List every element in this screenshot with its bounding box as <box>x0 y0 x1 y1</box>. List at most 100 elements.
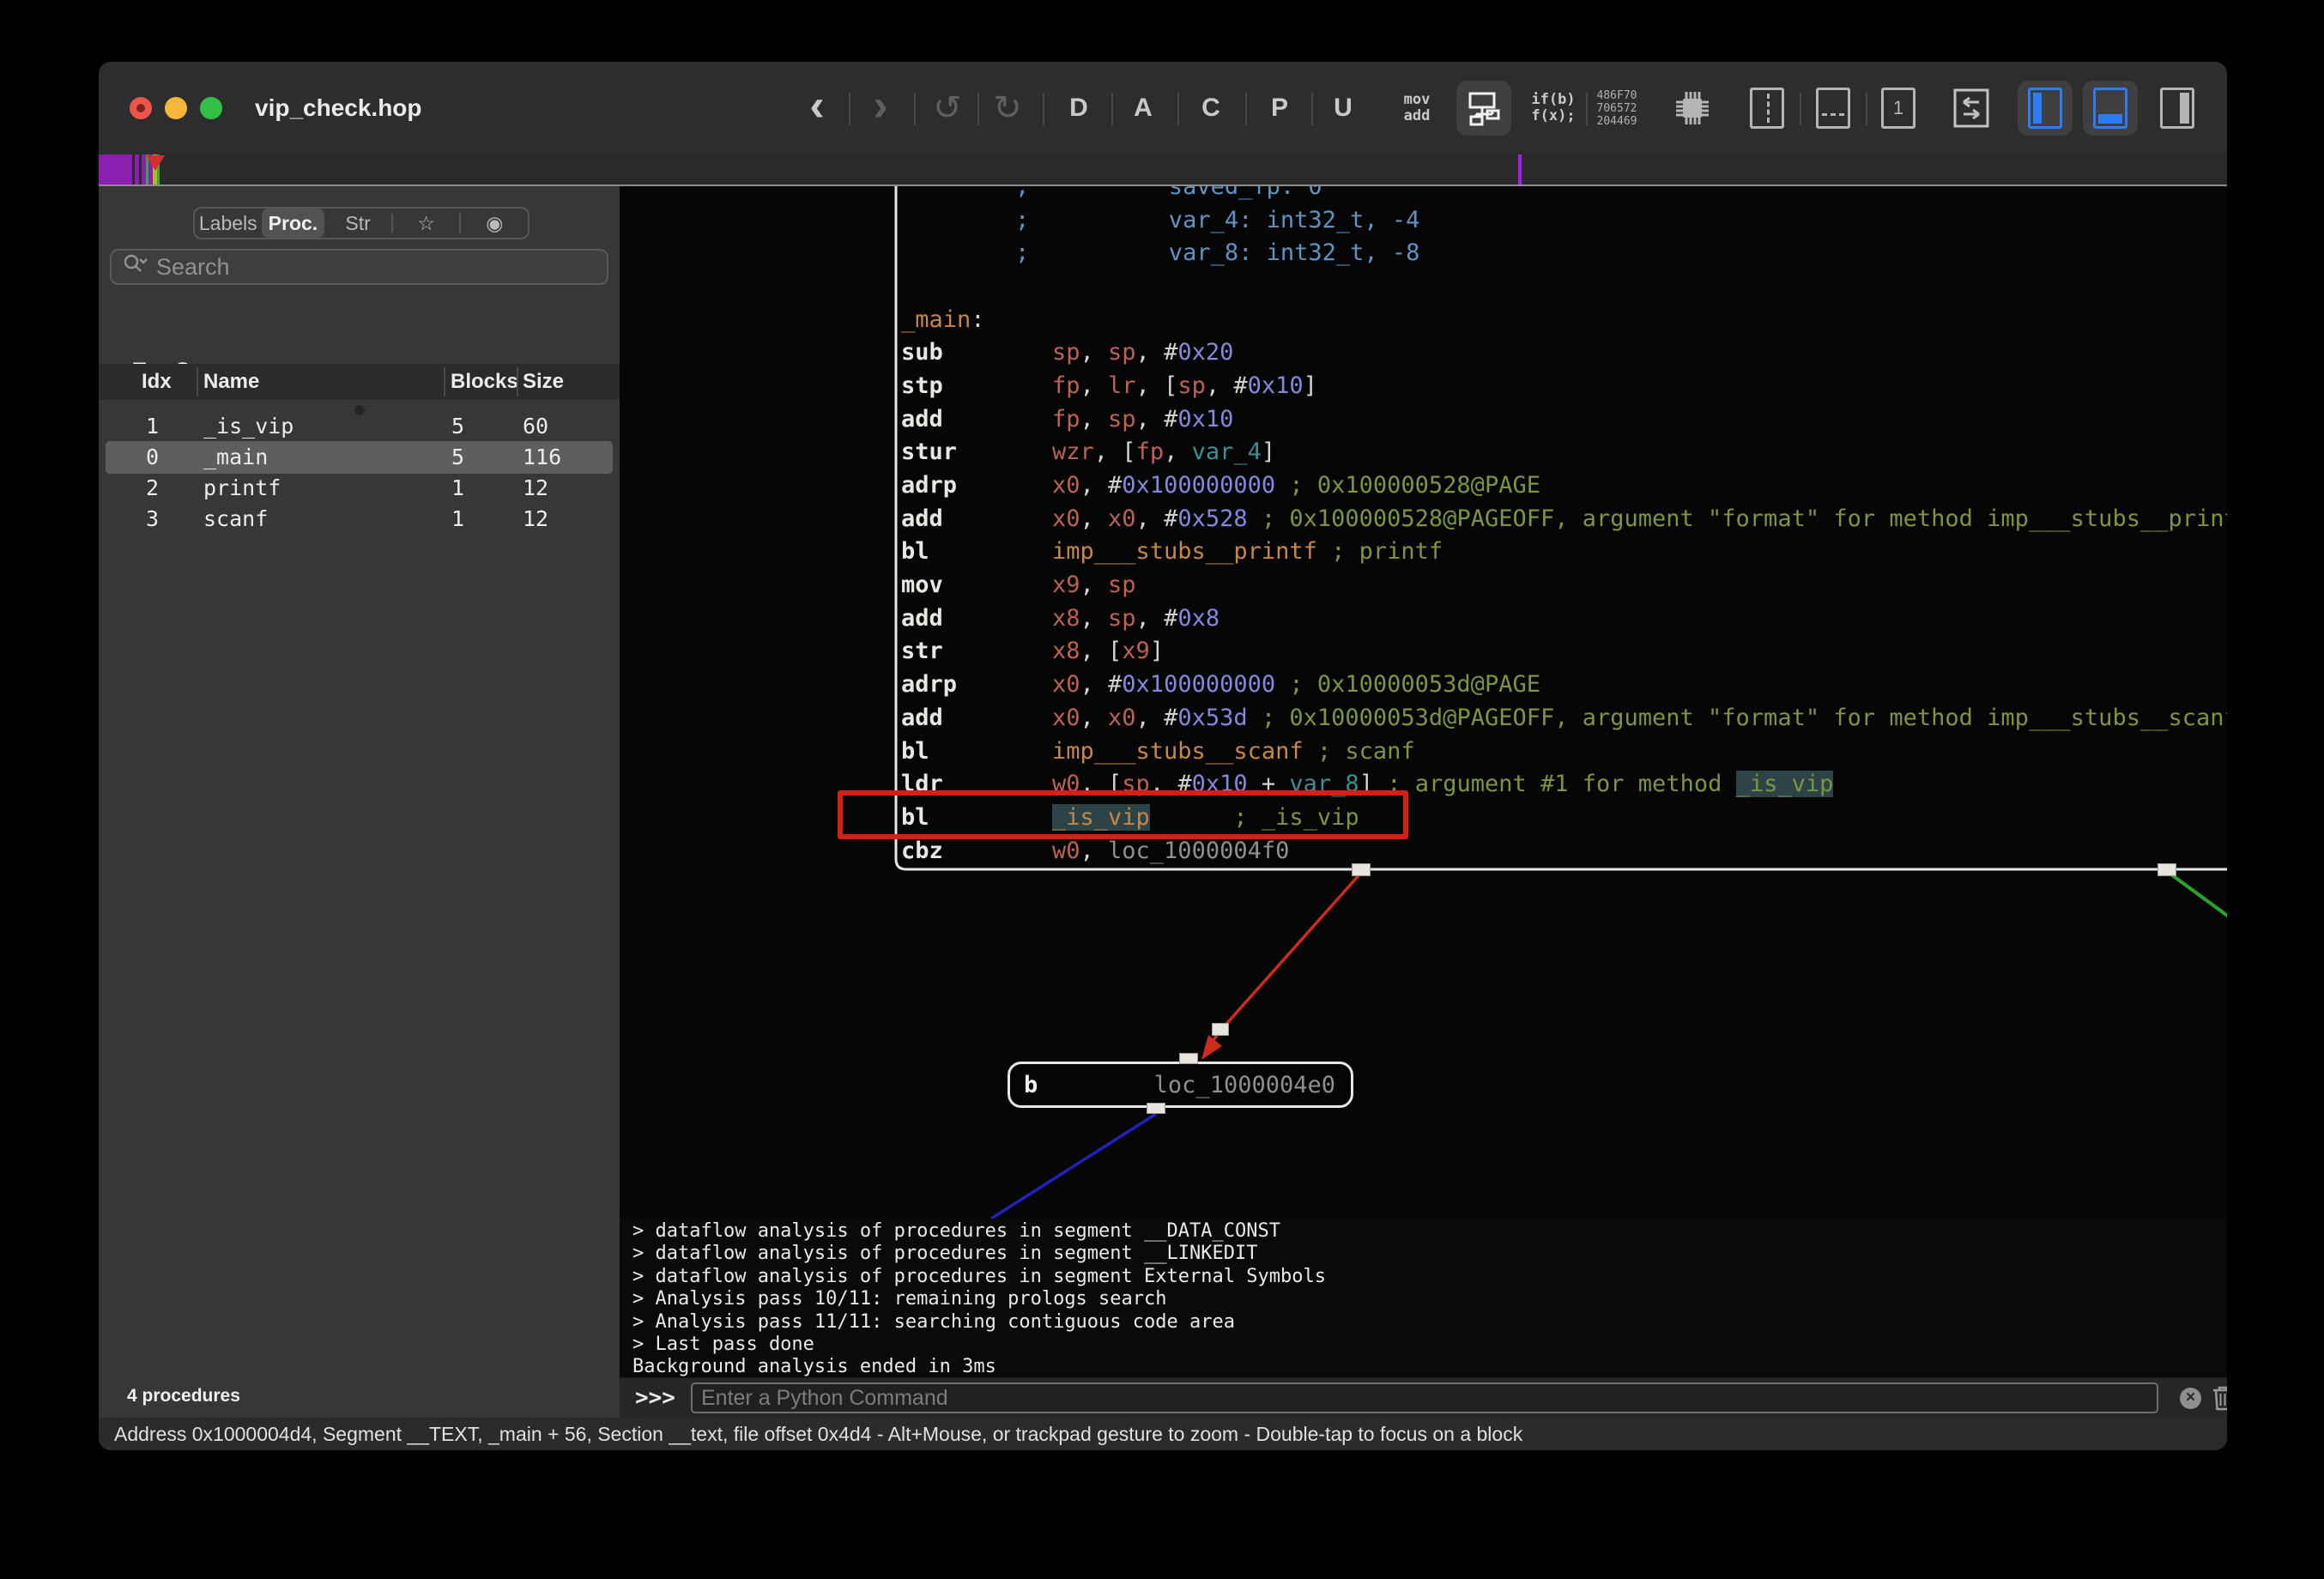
mark-as-procedure-button[interactable]: P <box>1271 62 1288 154</box>
asm-line[interactable]: addfp, sp, #0x10 <box>901 402 2227 436</box>
asm-line[interactable] <box>901 269 2227 303</box>
procedure-table: 1_is_vip5600_main51162printf1123scanf112 <box>99 411 620 535</box>
asm-token: sp <box>1108 339 1136 366</box>
python-prompt-label: >>> <box>635 1385 675 1411</box>
asm-mnemonic: add <box>901 406 1052 433</box>
asm-mnemonic: sub <box>901 339 1052 366</box>
asm-token: # <box>1108 472 1122 499</box>
cpu-chip-icon[interactable] <box>1672 62 1713 154</box>
mark-as-ascii-button[interactable]: A <box>1134 62 1153 154</box>
asm-token: , <box>1136 505 1165 532</box>
asm-line[interactable]: _main: <box>901 303 2227 336</box>
edge-handle[interactable] <box>1352 863 1371 876</box>
single-pane-icon[interactable]: 1 <box>1881 62 1915 154</box>
asm-line[interactable]: adrpx0, #0x100000000 ; 0x10000053d@PAGE <box>901 668 2227 701</box>
search-input[interactable]: Search <box>110 249 608 285</box>
table-row[interactable]: 3scanf112 <box>99 504 620 535</box>
address-navigation-strip[interactable] <box>99 154 2227 186</box>
split-horizontal-icon[interactable] <box>1816 62 1850 154</box>
python-command-input[interactable]: Enter a Python Command <box>691 1382 2158 1413</box>
table-row[interactable]: 1_is_vip560 <box>99 411 620 442</box>
branch-node[interactable]: b loc_1000004e0 <box>1008 1062 1353 1108</box>
left-sidebar: Labels Proc. Str ☆ ◉ Search › Tag Scope <box>99 186 620 1418</box>
column-divider[interactable] <box>444 367 445 396</box>
asm-token: : <box>971 306 984 333</box>
asm-line[interactable]: subsp, sp, #0x20 <box>901 336 2227 369</box>
asm-token: ] <box>1262 439 1275 465</box>
assembly-listing[interactable]: ; saved_fp: 0; var_4: int32_t, -4; var_8… <box>901 186 2227 867</box>
column-header-blocks[interactable]: Blocks <box>451 370 518 394</box>
asm-token: # <box>1233 372 1247 399</box>
asm-token: x8 <box>1052 638 1080 664</box>
asm-line[interactable]: addx0, x0, #0x53d ; 0x10000053d@PAGEOFF,… <box>901 701 2227 735</box>
mark-as-data-button[interactable]: D <box>1069 62 1088 154</box>
asm-line[interactable]: strx8, [x9] <box>901 635 2227 669</box>
zoom-button[interactable] <box>200 97 222 119</box>
edge-handle[interactable] <box>2158 863 2176 876</box>
swap-panes-icon[interactable] <box>1952 62 1991 154</box>
status-bar: Address 0x1000004d4, Segment __TEXT, _ma… <box>99 1418 2227 1450</box>
back-button[interactable]: ‹ <box>809 62 824 154</box>
table-row[interactable]: 2printf112 <box>99 473 620 504</box>
clear-console-icon[interactable]: × <box>2180 1388 2201 1409</box>
asm-token: 0x53d <box>1177 705 1247 731</box>
mark-as-code-button[interactable]: C <box>1201 62 1220 154</box>
tab-tags-icon[interactable]: ◉ <box>461 209 528 238</box>
column-header-name[interactable]: Name <box>203 370 259 394</box>
trash-icon[interactable] <box>2211 1384 2227 1416</box>
asm-token: x8 <box>1052 605 1080 632</box>
asm-line[interactable]: addx0, x0, #0x528 ; 0x100000528@PAGEOFF,… <box>901 502 2227 535</box>
tab-strings[interactable]: Str <box>324 209 391 238</box>
asm-line[interactable]: stpfp, lr, [sp, #0x10] <box>901 369 2227 402</box>
asm-token: _is_vip <box>1736 771 1834 797</box>
console-line: > Last pass done <box>632 1334 2227 1356</box>
asm-line[interactable]: ; var_8: int32_t, -8 <box>901 236 2227 269</box>
toolbar-separator <box>1800 93 1801 125</box>
cfg-graph-pane[interactable]: ; saved_fp: 0; var_4: int32_t, -4; var_8… <box>620 186 2227 1219</box>
right-panel-toggle-icon[interactable] <box>2160 62 2194 154</box>
column-divider[interactable] <box>197 367 198 396</box>
console-line: Background analysis ended in 3ms <box>632 1356 2227 1378</box>
undo-button[interactable]: ↺ <box>933 62 962 154</box>
asm-token: 0x100000000 <box>1122 671 1275 698</box>
tab-procedures[interactable]: Proc. <box>262 209 325 238</box>
pseudocode-view-button[interactable]: if(b)f(x); <box>1531 62 1575 154</box>
toolbar-separator <box>1043 93 1044 125</box>
asm-line[interactable]: adrpx0, #0x100000000 ; 0x100000528@PAGE <box>901 469 2227 502</box>
hex-view-button[interactable]: 486F70706572204469 <box>1597 62 1637 154</box>
asm-token: ; 0x100000528@PAGE <box>1275 472 1540 499</box>
redo-button[interactable]: ↻ <box>993 62 1022 154</box>
asm-mnemonic: stur <box>901 439 1052 465</box>
forward-button[interactable]: › <box>873 62 887 154</box>
asm-line[interactable]: addx8, sp, #0x8 <box>901 602 2227 635</box>
mark-as-undefined-button[interactable]: U <box>1334 62 1353 154</box>
asm-mnemonic: add <box>901 505 1052 532</box>
minimize-button[interactable] <box>165 97 187 119</box>
close-button[interactable] <box>130 97 152 119</box>
asm-line[interactable]: blimp___stubs__printf ; printf <box>901 535 2227 569</box>
left-panel-toggle-icon[interactable] <box>2028 62 2062 154</box>
asm-line[interactable]: sturwzr, [fp, var_4] <box>901 436 2227 469</box>
table-row[interactable]: 0_main5116 <box>99 442 620 473</box>
assembly-view-button[interactable]: movadd <box>1404 62 1431 154</box>
asm-line[interactable]: ; saved_fp: 0 <box>901 186 2227 203</box>
asm-line[interactable]: movx9, sp <box>901 568 2227 602</box>
column-divider[interactable] <box>517 367 518 396</box>
bottom-panel-toggle-icon[interactable] <box>2093 62 2127 154</box>
split-vertical-icon[interactable] <box>1750 62 1784 154</box>
column-header-idx[interactable]: Idx <box>142 370 172 394</box>
column-header-size[interactable]: Size <box>523 370 564 394</box>
analysis-console[interactable]: > dataflow analysis of procedures in seg… <box>620 1219 2227 1377</box>
asm-line[interactable]: ; var_4: int32_t, -4 <box>901 203 2227 237</box>
asm-token: # <box>1164 505 1177 532</box>
table-cell: 5 <box>451 445 464 469</box>
asm-token: ; 0x10000053d@PAGEOFF, argument "format"… <box>1248 705 2227 731</box>
sidebar-tab-bar: Labels Proc. Str ☆ ◉ <box>193 207 530 239</box>
tab-bookmarks-star-icon[interactable]: ☆ <box>393 209 460 238</box>
asm-line[interactable]: blimp___stubs__scanf ; scanf <box>901 735 2227 768</box>
cfg-graph-view-icon[interactable] <box>1464 62 1504 154</box>
edge-handle[interactable] <box>1179 1053 1198 1064</box>
edge-handle[interactable] <box>1212 1023 1229 1036</box>
tab-labels[interactable]: Labels <box>195 209 262 238</box>
edge-handle[interactable] <box>1147 1103 1165 1114</box>
